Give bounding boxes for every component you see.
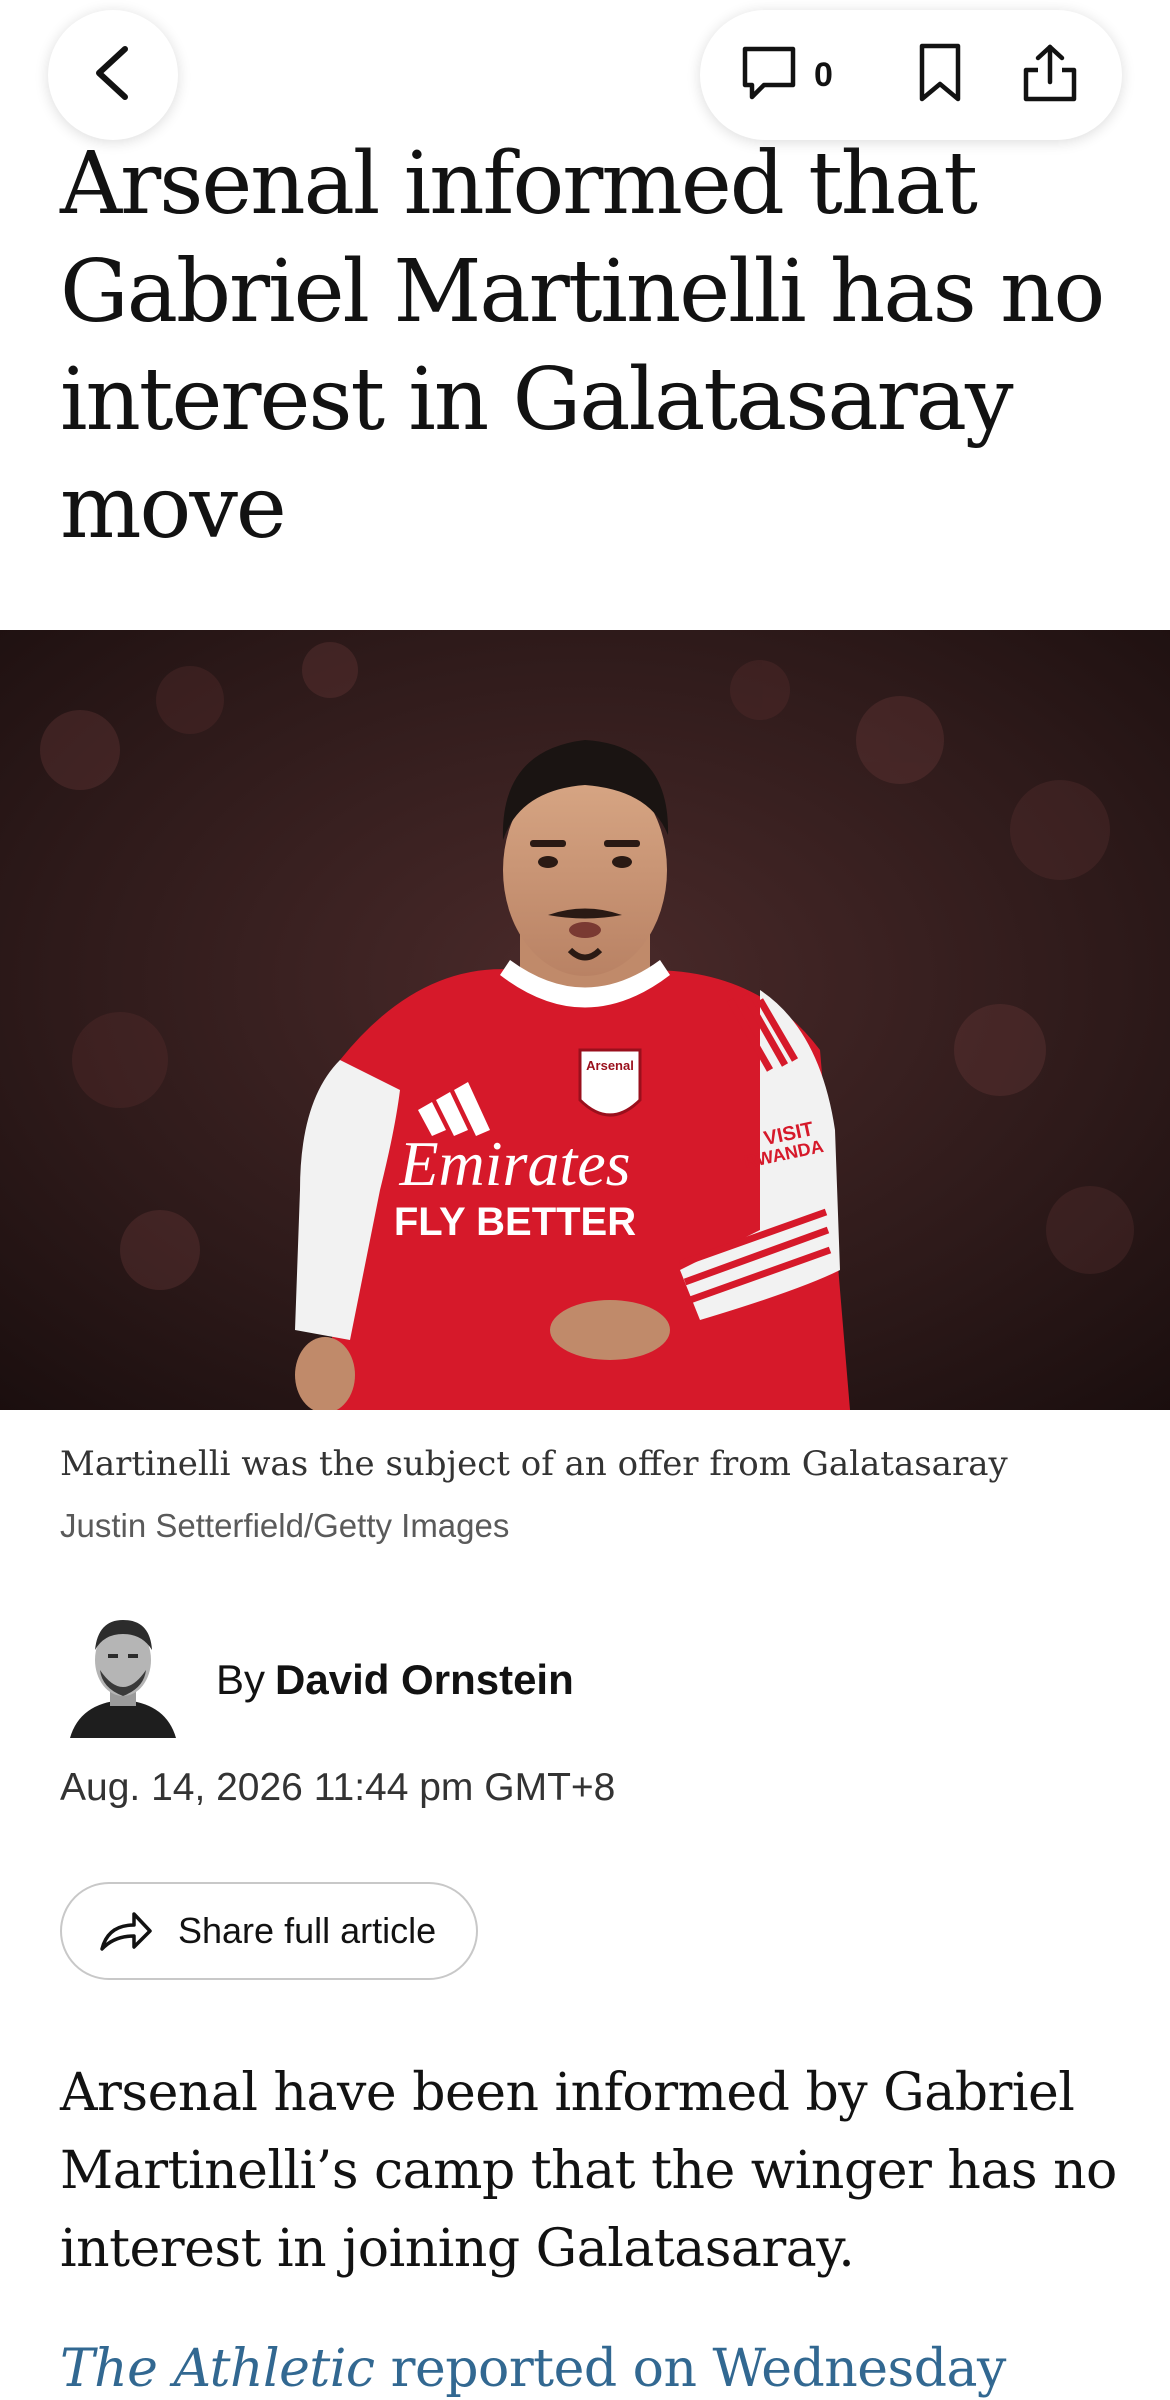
comments-button[interactable]: 0 — [740, 10, 890, 140]
comment-count: 0 — [814, 55, 833, 94]
bookmark-button[interactable] — [890, 10, 990, 140]
top-toolbar: 0 — [0, 0, 1170, 150]
publication-link[interactable]: The Athletic — [60, 2339, 375, 2399]
shirt-sponsor-text: Emirates — [398, 1128, 630, 1199]
article-headline: Arsenal informed that Gabriel Martinelli… — [60, 134, 1105, 558]
image-caption: Martinelli was the subject of an offer f… — [60, 1444, 1008, 1484]
author-name[interactable]: David Ornstein — [275, 1656, 574, 1703]
share-full-article-label: Share full article — [178, 1910, 437, 1951]
back-button[interactable] — [48, 10, 178, 140]
article-actions: 0 — [700, 10, 1122, 140]
image-credit: Justin Setterfield/Getty Images — [60, 1507, 510, 1544]
shirt-tagline-text: FLY BETTER — [394, 1200, 636, 1244]
bookmark-icon — [917, 42, 963, 109]
article-paragraph: Arsenal have been informed by Gabriel Ma… — [60, 2063, 1117, 2279]
byline-prefix: By — [216, 1656, 266, 1703]
byline: By David Ornstein — [216, 1655, 574, 1705]
publish-timestamp: Aug. 14, 2026 11:44 pm GMT+8 — [60, 1766, 616, 1809]
shirt-badge-text: Arsenal — [586, 1058, 634, 1073]
share-button[interactable] — [990, 10, 1110, 140]
share-icon — [1021, 42, 1079, 109]
article-paragraph-2: The Athletic reported on Wednesday — [60, 2330, 1160, 2400]
author-avatar[interactable] — [60, 1608, 186, 1738]
article-hero-image: Arsenal Emirates FLY BETTER VISIT RWANDA — [0, 630, 1170, 1410]
comment-icon — [740, 44, 798, 107]
chevron-left-icon — [89, 43, 137, 108]
paragraph-2-text: reported on Wednesday — [374, 2339, 1007, 2399]
share-full-article-button[interactable]: Share full article — [60, 1882, 478, 1980]
share-arrow-icon — [98, 1909, 154, 1953]
